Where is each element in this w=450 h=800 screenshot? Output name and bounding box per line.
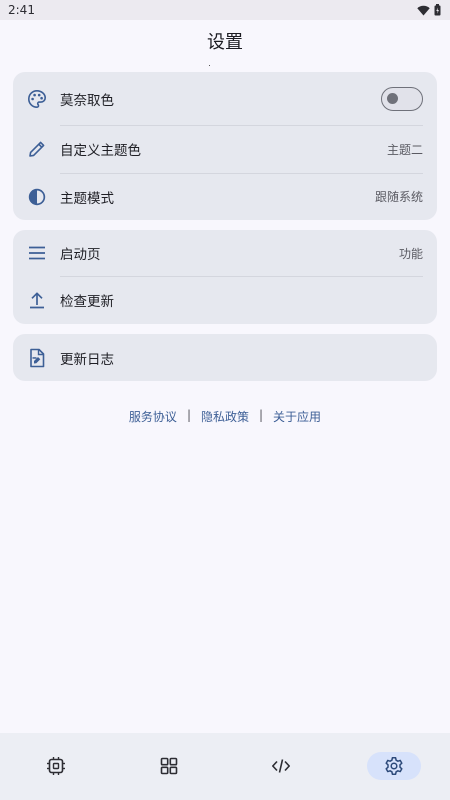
custom-theme-color-label: 自定义主题色 [60, 143, 141, 159]
battery-icon [434, 4, 441, 16]
code-icon [272, 758, 291, 773]
privacy-link[interactable]: 隐私政策 [201, 408, 249, 425]
grid-icon [160, 757, 178, 774]
upload-icon [27, 290, 47, 310]
custom-theme-color-value: 主题二 [386, 142, 423, 157]
nav-item-features[interactable] [29, 752, 83, 780]
document-icon [27, 348, 47, 368]
appearance-card: 莫奈取色 自定义主题色 主题二 主题模式 跟随系统 [13, 72, 437, 220]
toggle-knob [387, 92, 398, 104]
terms-link[interactable]: 服务协议 [129, 408, 177, 425]
monet-color-row[interactable]: 莫奈取色 [13, 72, 437, 125]
status-bar: 2:41 [0, 0, 450, 20]
custom-theme-color-row[interactable]: 自定义主题色 主题二 [13, 125, 437, 173]
footer-links: 服务协议 | 隐私政策 | 关于应用 [0, 408, 450, 425]
theme-mode-row[interactable]: 主题模式 跟随系统 [13, 173, 437, 220]
half-circle-icon [27, 187, 47, 207]
pencil-icon [27, 139, 47, 159]
page-title: 设置 [207, 32, 243, 53]
check-update-row[interactable]: 检查更新 [13, 276, 437, 324]
theme-mode-value: 跟随系统 [374, 190, 423, 204]
palette-icon [27, 89, 47, 109]
status-time: 2:41 [8, 3, 35, 17]
wifi-icon [417, 5, 430, 15]
nav-item-apps[interactable] [142, 752, 196, 780]
changelog-label: 更新日志 [60, 351, 114, 368]
start-page-value: 功能 [398, 246, 423, 261]
theme-mode-label: 主题模式 [60, 190, 114, 207]
start-page-label: 启动页 [60, 247, 101, 263]
link-separator: | [259, 408, 264, 422]
gear-icon [385, 756, 403, 775]
general-card: 启动页 功能 检查更新 [13, 230, 437, 324]
about-link[interactable]: 关于应用 [273, 408, 321, 425]
menu-lines-icon [27, 243, 47, 263]
monet-color-toggle[interactable] [381, 86, 423, 111]
chip-icon [47, 756, 66, 775]
bottom-nav [0, 733, 450, 800]
monet-color-label: 莫奈取色 [60, 92, 114, 109]
changelog-row[interactable]: 更新日志 [13, 334, 437, 381]
link-separator: | [186, 408, 191, 422]
check-update-label: 检查更新 [60, 294, 114, 310]
nav-item-code[interactable] [254, 752, 308, 780]
status-icons [417, 4, 441, 16]
nav-item-settings[interactable] [366, 751, 421, 780]
changelog-card: 更新日志 [13, 334, 437, 381]
start-page-row[interactable]: 启动页 功能 [13, 230, 437, 276]
divider-dot [209, 65, 210, 66]
